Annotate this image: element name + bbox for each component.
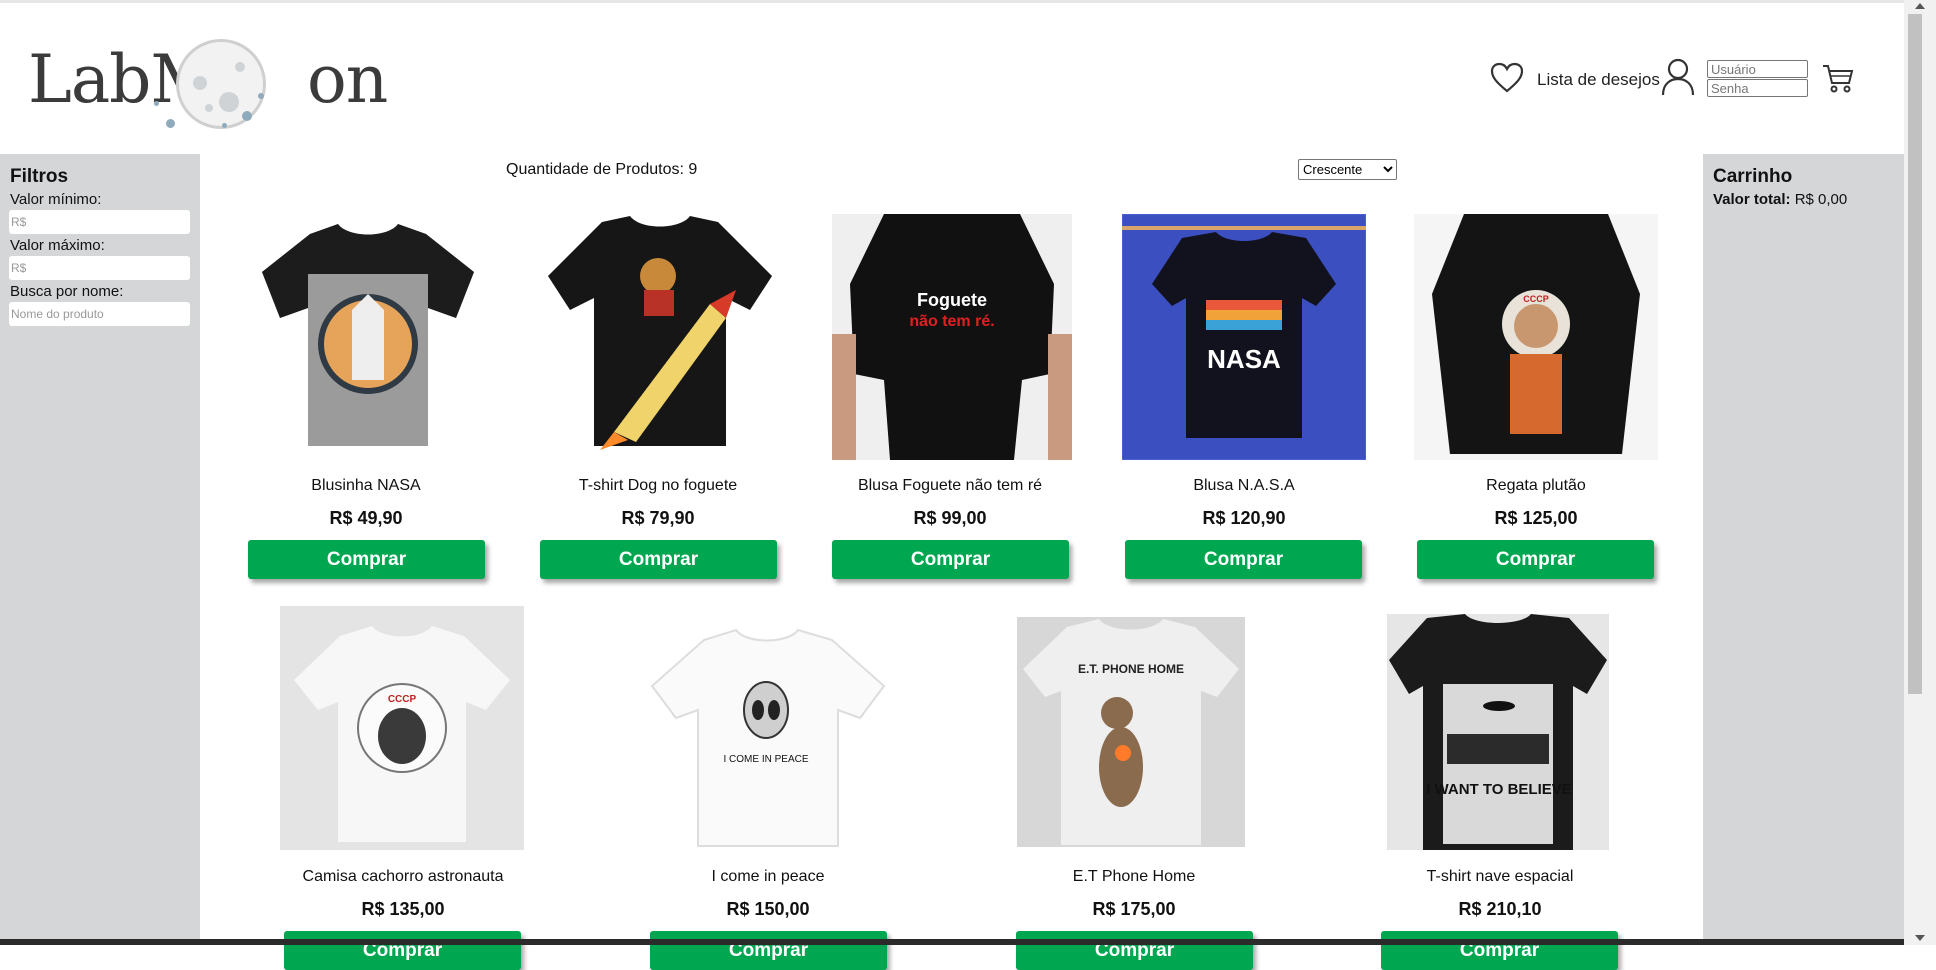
product-image: I WANT TO BELIEVE [1387,614,1609,850]
heart-icon[interactable] [1490,62,1524,94]
scroll-up-arrow-icon[interactable] [1915,3,1925,9]
product-name: Blusinha NASA [311,477,421,494]
filters-title: Filtros [10,166,69,187]
product-image: CCCP [1414,214,1658,460]
cart-total-value: R$ 0,00 [1794,191,1848,208]
buy-button[interactable]: Comprar [1125,540,1362,579]
product-name: T-shirt nave espacial [1426,868,1574,885]
svg-text:Foguete: Foguete [917,290,987,310]
product-name: Camisa cachorro astronauta [302,868,504,885]
svg-text:I COME IN PEACE: I COME IN PEACE [723,754,808,765]
product-price: R$ 99,00 [913,508,987,528]
product-image: Foguete não tem ré. [832,214,1072,460]
cart-panel: Carrinho Valor total: R$ 0,00 [1703,154,1904,945]
min-value-label: Valor mínimo: [10,191,102,208]
product-price: R$ 125,00 [1494,508,1578,528]
window-bottom-edge [0,939,1904,945]
svg-text:CCCP: CCCP [388,694,417,705]
cart-total: Valor total: R$ 0,00 [1713,191,1848,208]
product-image: CCCP [280,606,524,850]
buy-button[interactable]: Comprar [1381,931,1618,970]
cart-icon[interactable] [1822,63,1854,93]
product-price: R$ 135,00 [361,899,445,919]
product-image: NASA [1122,214,1366,460]
product-price: R$ 210,10 [1458,899,1542,919]
svg-text:não tem ré.: não tem ré. [909,313,994,330]
product-name: Blusa N.A.S.A [1193,477,1295,494]
buy-button[interactable]: Comprar [832,540,1069,579]
labmoon-logo[interactable]: LabM on [26,23,388,135]
sort-select[interactable]: Crescente [1298,159,1397,180]
product-image [540,214,780,460]
product-price: R$ 120,90 [1202,508,1286,528]
scroll-down-arrow-icon[interactable] [1915,935,1925,941]
product-price: R$ 49,90 [329,508,403,528]
svg-text:I WANT TO BELIEVE: I WANT TO BELIEVE [1426,781,1572,798]
product-price: R$ 79,90 [621,508,695,528]
cart-title: Carrinho [1713,166,1793,187]
wishlist-link[interactable]: Lista de desejos [1537,70,1660,90]
username-input[interactable] [1707,60,1808,78]
min-value-input[interactable] [9,210,190,234]
svg-text:CCCP: CCCP [1523,294,1549,304]
password-input[interactable] [1707,79,1808,97]
product-price: R$ 175,00 [1092,899,1176,919]
scroll-thumb[interactable] [1908,14,1922,694]
product-name: Regata plutão [1486,477,1586,494]
user-icon[interactable] [1661,58,1695,96]
product-count: Quantidade de Produtos: 9 [506,161,698,178]
max-value-label: Valor máximo: [10,237,105,254]
name-search-input[interactable] [9,302,190,326]
product-image: I COME IN PEACE [646,614,890,850]
product-name: I come in peace [711,868,825,885]
product-name: T-shirt Dog no foguete [578,477,738,494]
product-name: E.T Phone Home [1072,868,1196,885]
product-price: R$ 150,00 [726,899,810,919]
product-name: Blusa Foguete não tem ré [857,477,1043,494]
svg-text:E.T. PHONE HOME: E.T. PHONE HOME [1078,662,1184,676]
filters-panel: Filtros Valor mínimo: Valor máximo: Busc… [0,154,200,945]
buy-button[interactable]: Comprar [1016,931,1253,970]
buy-button[interactable]: Comprar [284,931,521,970]
name-search-label: Busca por nome: [10,283,124,300]
vertical-scrollbar[interactable] [1904,0,1936,945]
buy-button[interactable]: Comprar [540,540,777,579]
moon-logo-icon [176,39,266,129]
buy-button[interactable]: Comprar [650,931,887,970]
product-image [248,214,488,460]
buy-button[interactable]: Comprar [1417,540,1654,579]
svg-text:NASA: NASA [1207,344,1281,374]
product-image: E.T. PHONE HOME [1017,617,1245,847]
max-value-input[interactable] [9,256,190,280]
buy-button[interactable]: Comprar [248,540,485,579]
